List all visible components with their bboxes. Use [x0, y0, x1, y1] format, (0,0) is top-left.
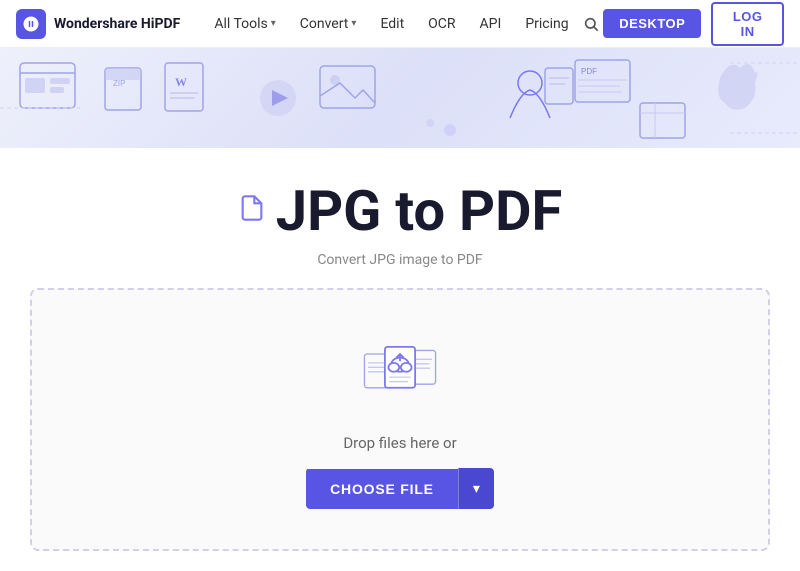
svg-text:ZIP: ZIP [113, 79, 125, 88]
svg-text:PDF: PDF [581, 67, 597, 76]
navbar: Wondershare HiPDF All Tools ▾ Convert ▾ … [0, 0, 800, 48]
logo-text: Wondershare HiPDF [54, 16, 180, 32]
logo-area[interactable]: Wondershare HiPDF [16, 9, 180, 39]
wondershare-logo-svg [22, 15, 40, 33]
main-content: JPG to PDF Convert JPG image to PDF [0, 148, 800, 571]
nav-item-api[interactable]: API [470, 10, 512, 38]
desktop-button[interactable]: DESKTOP [603, 9, 701, 38]
file-icon [238, 194, 266, 228]
search-button[interactable] [579, 8, 604, 40]
svg-text:W: W [175, 75, 187, 89]
login-button[interactable]: LOG IN [711, 2, 784, 46]
nav-item-all-tools[interactable]: All Tools ▾ [204, 10, 285, 38]
convert-arrow-icon: ▾ [351, 18, 356, 29]
banner-decoration-svg: ZIP W PDF [0, 48, 800, 148]
logo-icon [16, 9, 46, 39]
hero-banner: ZIP W PDF [0, 48, 800, 148]
search-icon [583, 16, 599, 32]
drop-zone[interactable]: Drop files here or CHOOSE FILE ▾ [30, 288, 770, 551]
choose-file-button[interactable]: CHOOSE FILE [306, 469, 458, 509]
document-icon [238, 194, 266, 222]
page-subtitle: Convert JPG image to PDF [317, 252, 482, 268]
choose-file-dropdown-button[interactable]: ▾ [458, 468, 494, 509]
all-tools-arrow-icon: ▾ [271, 18, 276, 29]
page-title-area: JPG to PDF [238, 178, 562, 244]
nav-items: All Tools ▾ Convert ▾ Edit OCR API Prici… [204, 10, 578, 38]
choose-file-dropdown-arrow-icon: ▾ [473, 480, 480, 496]
choose-file-btn-area: CHOOSE FILE ▾ [306, 468, 494, 509]
nav-item-edit[interactable]: Edit [370, 10, 414, 38]
nav-item-pricing[interactable]: Pricing [515, 10, 578, 38]
nav-item-ocr[interactable]: OCR [418, 10, 465, 38]
drop-text: Drop files here or [343, 434, 456, 452]
upload-icon-area [360, 330, 440, 414]
upload-illustration-svg [360, 330, 440, 410]
nav-item-convert[interactable]: Convert ▾ [290, 10, 367, 38]
page-title: JPG to PDF [276, 178, 562, 244]
